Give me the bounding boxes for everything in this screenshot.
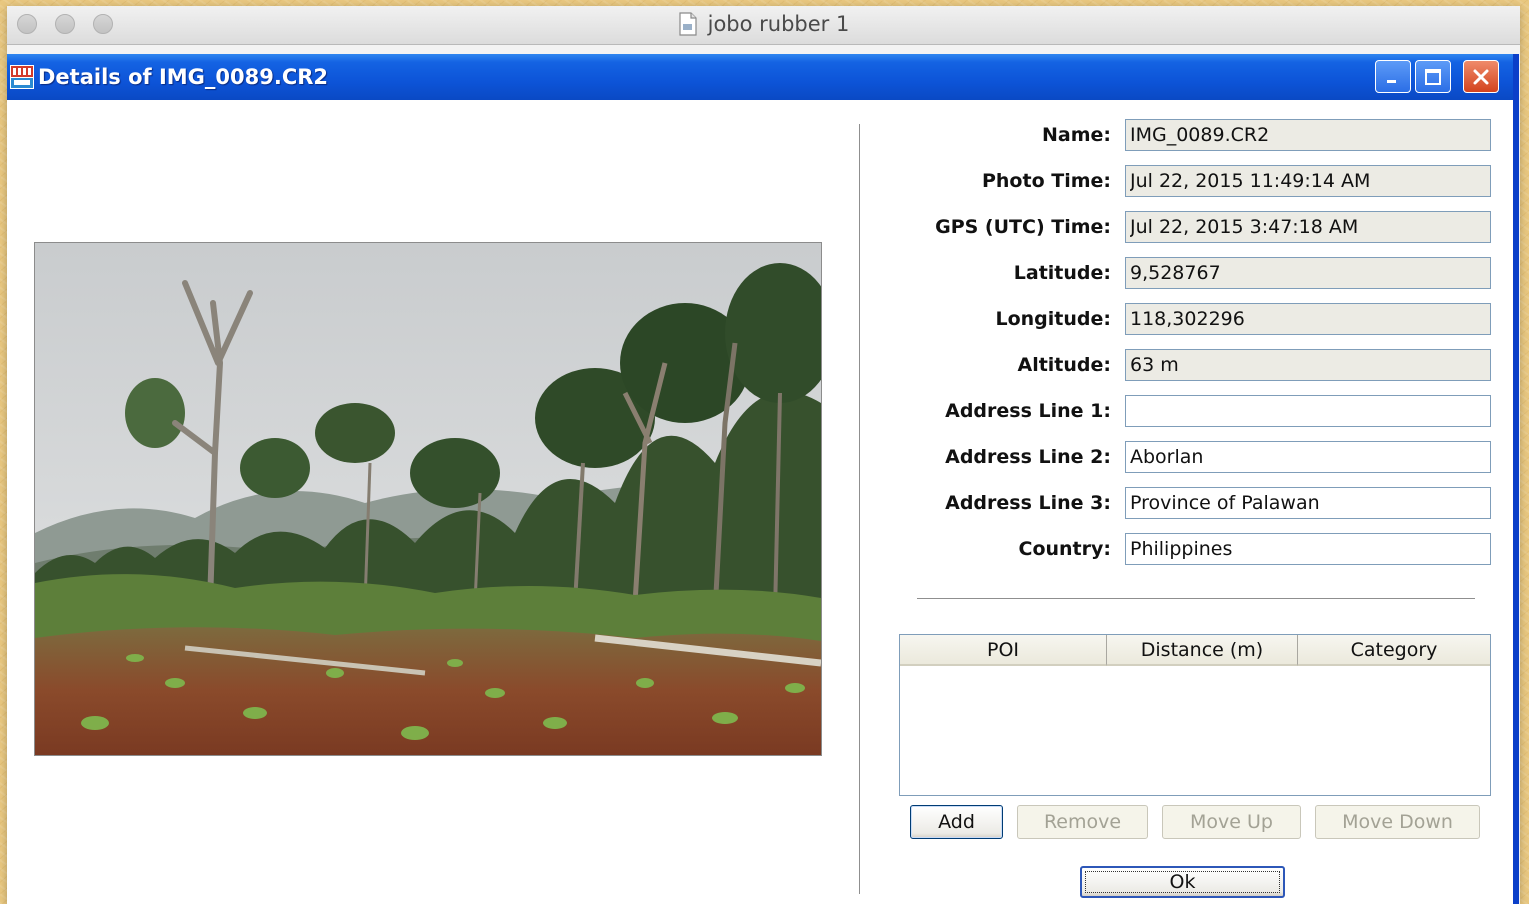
document-icon (679, 12, 697, 36)
close-icon (1473, 69, 1489, 84)
country-field[interactable] (1125, 533, 1491, 565)
altitude-field[interactable] (1125, 349, 1491, 381)
name-row: Name: (887, 118, 1492, 152)
maximize-button[interactable] (1415, 60, 1451, 93)
address-line-3-row: Address Line 3: (887, 486, 1492, 520)
photo-time-field[interactable] (1125, 165, 1491, 197)
photo-landscape (35, 243, 821, 755)
address-line-2-field[interactable] (1125, 441, 1491, 473)
country-label: Country: (1018, 538, 1112, 560)
photo-time-row: Photo Time: (887, 164, 1492, 198)
category-column-header[interactable]: Category (1298, 635, 1490, 666)
address-line-2-row: Address Line 2: (887, 440, 1492, 474)
photo-time-label: Photo Time: (981, 170, 1111, 192)
poi-table-body[interactable] (900, 667, 1490, 795)
longitude-label: Longitude: (995, 308, 1112, 330)
close-button[interactable] (1463, 60, 1499, 93)
address-line-3-label: Address Line 3: (945, 492, 1111, 514)
distance-column-header[interactable]: Distance (m) (1107, 635, 1298, 666)
altitude-label: Altitude: (1017, 354, 1111, 376)
jobo-app-icon (10, 65, 34, 89)
dialog-titlebar[interactable]: Details of IMG_0089.CR2 (7, 54, 1513, 100)
address-line-1-label: Address Line 1: (945, 400, 1111, 422)
name-field[interactable] (1125, 119, 1491, 151)
mac-window: jobo rubber 1 Details of IMG_0089.CR2 Na… (7, 6, 1520, 904)
latitude-row: Latitude: (887, 256, 1492, 290)
poi-column-header[interactable]: POI (900, 635, 1107, 666)
minimize-icon (1387, 79, 1396, 83)
name-label: Name: (1041, 124, 1111, 146)
ok-button[interactable]: Ok (1080, 866, 1285, 898)
latitude-field[interactable] (1125, 257, 1491, 289)
move-down-button[interactable]: Move Down (1315, 805, 1480, 839)
mac-titlebar: jobo rubber 1 (7, 6, 1520, 45)
dialog-title: Details of IMG_0089.CR2 (38, 65, 329, 89)
minimize-button[interactable] (1375, 60, 1411, 93)
move-up-button[interactable]: Move Up (1162, 805, 1301, 839)
mac-window-title: jobo rubber 1 (7, 6, 1520, 42)
photo-preview (34, 242, 822, 756)
gps-time-label: GPS (UTC) Time: (935, 216, 1111, 238)
longitude-field[interactable] (1125, 303, 1491, 335)
maximize-icon (1425, 68, 1441, 85)
mac-window-title-text: jobo rubber 1 (707, 12, 850, 36)
longitude-row: Longitude: (887, 302, 1492, 336)
poi-table-header: POI Distance (m) Category (900, 635, 1490, 667)
address-line-1-field[interactable] (1125, 395, 1491, 427)
horizontal-divider (917, 598, 1475, 599)
add-button[interactable]: Add (910, 805, 1003, 839)
address-line-2-label: Address Line 2: (945, 446, 1111, 468)
gps-time-row: GPS (UTC) Time: (887, 210, 1492, 244)
altitude-row: Altitude: (887, 348, 1492, 382)
details-dialog: Details of IMG_0089.CR2 Name: IMG_0089.C… (7, 54, 1519, 904)
poi-table: POI Distance (m) Category (899, 634, 1491, 796)
remove-button[interactable]: Remove (1017, 805, 1148, 839)
address-line-1-row: Address Line 1: (887, 394, 1492, 428)
ok-button-label: Ok (1169, 871, 1196, 893)
latitude-label: Latitude: (1013, 262, 1111, 284)
gps-time-field[interactable] (1125, 211, 1491, 243)
country-row: Country: (887, 532, 1492, 566)
address-line-3-field[interactable] (1125, 487, 1491, 519)
vertical-divider (859, 124, 860, 894)
